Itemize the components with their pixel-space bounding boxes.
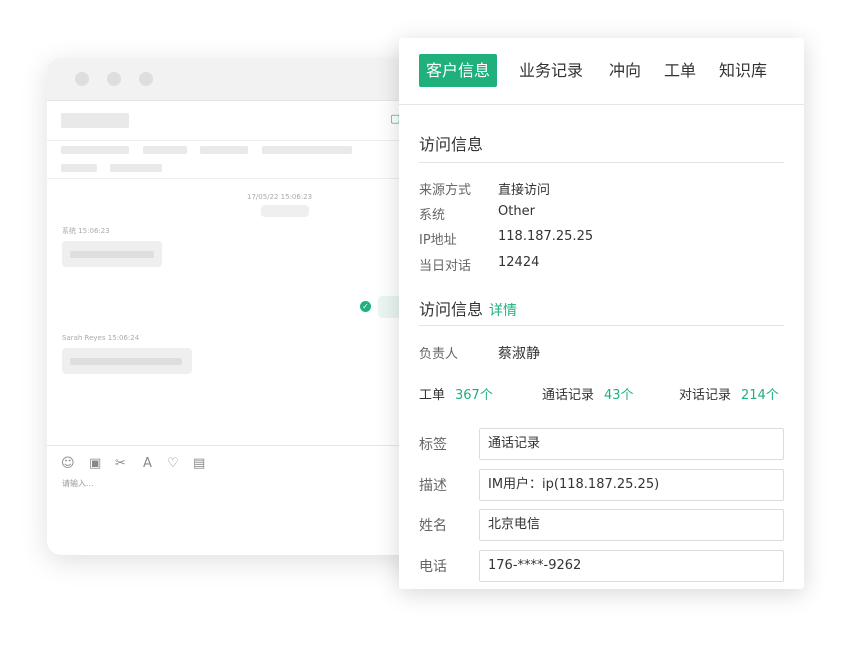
chat-timestamp: 17/05/22 15:06:23 [247, 193, 313, 201]
stat-count: 214个 [741, 388, 779, 403]
check-icon: ✓ [360, 301, 371, 312]
source-label: 来源方式 [419, 183, 472, 198]
source-value: 直接访问 [498, 183, 551, 198]
ip-value: 118.187.25.25 [498, 229, 594, 244]
tag-label: 标签 [419, 437, 447, 453]
info-placeholder [200, 146, 248, 154]
stat-chat-records[interactable]: 对话记录 214个 [679, 384, 779, 403]
tab-knowledge-base[interactable]: 知识库 [719, 54, 767, 87]
owner-value: 蔡淑静 [498, 346, 540, 362]
thumbs-up-icon[interactable]: ♡ [167, 456, 179, 471]
description-field[interactable]: IM用户：ip(118.187.25.25) [479, 469, 784, 501]
visit-info-title: 访问信息 [419, 135, 484, 154]
chat-title-placeholder [61, 113, 129, 128]
phone-field[interactable]: 176-****-9262 [479, 550, 784, 582]
message-text-placeholder [70, 251, 154, 258]
scissors-icon[interactable]: ✂ [115, 456, 126, 471]
divider [419, 325, 784, 326]
tab-business-records[interactable]: 业务记录 [519, 54, 583, 87]
message-bubble [62, 241, 162, 267]
info-placeholder [61, 146, 129, 154]
info-placeholder [61, 164, 97, 172]
panel-tabs: 客户信息 业务记录 冲向 工单 知识库 [399, 38, 804, 105]
font-icon[interactable]: A [143, 456, 152, 471]
info-placeholder [143, 146, 187, 154]
message-bubble [62, 348, 192, 374]
window-maximize-dot[interactable] [139, 72, 153, 86]
info-placeholder [262, 146, 352, 154]
section-title-text: 访问信息 [419, 300, 484, 319]
owner-label: 负责人 [419, 347, 459, 362]
name-label: 姓名 [419, 518, 447, 534]
message-meta: Sarah Reyes 15:06:24 [62, 334, 140, 342]
window-close-dot[interactable] [75, 72, 89, 86]
description-label: 描述 [419, 478, 447, 494]
message-meta: 系统 15:06:23 [62, 227, 110, 235]
window-minimize-dot[interactable] [107, 72, 121, 86]
system-label: 系统 [419, 208, 446, 223]
stat-work-orders[interactable]: 工单 367个 [419, 384, 493, 403]
document-icon[interactable]: ▤ [193, 456, 205, 471]
chat-input[interactable]: 请输入... [62, 478, 94, 489]
timestamp-chip [261, 205, 309, 217]
customer-panel: 客户信息 业务记录 冲向 工单 知识库 访问信息 来源方式 直接访问 系统 Ot… [399, 38, 804, 589]
daily-chats-value: 12424 [498, 255, 540, 270]
stat-count: 367个 [455, 388, 493, 403]
name-field[interactable]: 北京电信 [479, 509, 784, 541]
system-value: Other [498, 204, 535, 219]
details-link[interactable]: 详情 [489, 303, 517, 319]
tab-chongxiang[interactable]: 冲向 [609, 54, 641, 87]
stat-label: 通话记录 [542, 388, 595, 403]
visit-info-title-2: 访问信息 详情 [419, 296, 517, 320]
emoji-icon[interactable]: ☺ [61, 456, 75, 471]
tag-field[interactable]: 通话记录 [479, 428, 784, 460]
stat-label: 工单 [419, 388, 446, 403]
stat-label: 对话记录 [679, 388, 732, 403]
phone-label: 电话 [419, 559, 447, 575]
stat-call-records[interactable]: 通话记录 43个 [542, 384, 634, 403]
stat-count: 43个 [604, 388, 634, 403]
tab-customer-info[interactable]: 客户信息 [419, 54, 498, 87]
tab-work-order[interactable]: 工单 [664, 54, 696, 87]
info-placeholder [110, 164, 162, 172]
ip-label: IP地址 [419, 233, 457, 248]
message-text-placeholder [70, 358, 182, 365]
folder-icon[interactable]: ▣ [89, 456, 101, 471]
divider [419, 162, 784, 163]
daily-chats-label: 当日对话 [419, 259, 472, 274]
